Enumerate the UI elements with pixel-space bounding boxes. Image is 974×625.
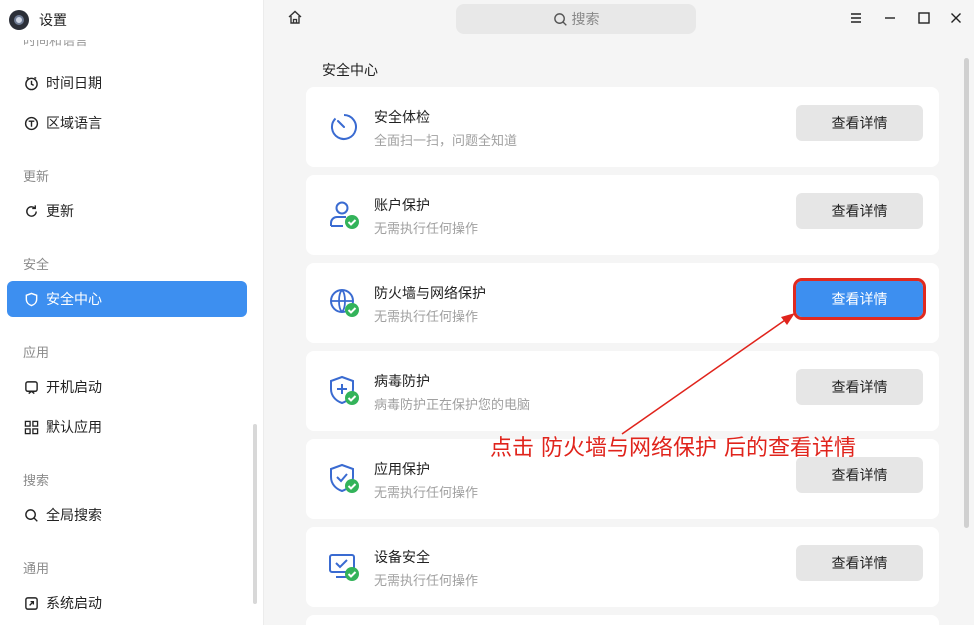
search-icon (553, 12, 568, 27)
device-security-icon (328, 551, 360, 583)
sidebar-item-default-apps[interactable]: 默认应用 (7, 409, 247, 445)
virus-shield-icon (328, 375, 360, 407)
sidebar: 设置 时间和语言 时间日期 区域语言 更新 更新 安全 安全中心 应用 开机启动 (0, 0, 264, 625)
view-details-button[interactable]: 查看详情 (796, 193, 923, 229)
close-icon (949, 10, 963, 29)
home-button[interactable] (284, 8, 306, 30)
card-title: 账户保护 (374, 198, 430, 214)
view-details-button[interactable]: 查看详情 (796, 105, 923, 141)
sidebar-item-startup[interactable]: 开机启动 (7, 369, 247, 405)
annotation-text: 点击 防火墙与网络保护 后的查看详情 (490, 436, 856, 461)
hamburger-icon (849, 10, 863, 29)
firewall-globe-icon (328, 287, 360, 319)
view-details-button[interactable]: 查看详情 (796, 457, 923, 493)
card-title: 应用保护 (374, 462, 430, 478)
sidebar-item-label: 区域语言 (46, 116, 102, 132)
sidebar-item-update[interactable]: 更新 (7, 193, 247, 229)
card-virus-protection: 病毒防护 病毒防护正在保护您的电脑 查看详情 (306, 351, 939, 431)
minimize-button[interactable] (880, 9, 900, 29)
sidebar-section-update: 更新 (23, 170, 50, 185)
maximize-icon (917, 10, 931, 29)
apps-grid-icon (23, 419, 39, 435)
card-subtitle: 无需执行任何操作 (374, 574, 479, 589)
boot-icon (23, 595, 39, 611)
sidebar-item-label: 默认应用 (46, 420, 102, 436)
refresh-icon (23, 203, 39, 219)
clock-icon (23, 75, 39, 91)
sidebar-section-time-language: 时间和语言 (23, 38, 89, 49)
card-device-security: 设备安全 无需执行任何操作 查看详情 (306, 527, 939, 607)
region-language-icon (23, 115, 39, 131)
sidebar-item-global-search[interactable]: 全局搜索 (7, 497, 247, 533)
app-header: 设置 (0, 0, 263, 40)
card-security-checkup: 安全体检 全面扫一扫，问题全知道 查看详情 (306, 87, 939, 167)
page-title: 安全中心 (322, 63, 378, 79)
card-subtitle: 无需执行任何操作 (374, 222, 479, 237)
menu-button[interactable] (846, 9, 866, 29)
card-account-protection: 账户保护 无需执行任何操作 查看详情 (306, 175, 939, 255)
minimize-icon (883, 10, 897, 29)
sidebar-section-search: 搜索 (23, 474, 50, 489)
card-subtitle: 病毒防护正在保护您的电脑 (374, 398, 531, 413)
sidebar-item-label: 时间日期 (46, 76, 102, 92)
card-title: 病毒防护 (374, 374, 430, 390)
app-title: 设置 (39, 13, 67, 29)
view-details-button[interactable]: 查看详情 (796, 369, 923, 405)
sidebar-item-security-center[interactable]: 安全中心 (7, 281, 247, 317)
sidebar-section-security: 安全 (23, 258, 50, 273)
sidebar-item-system-boot[interactable]: 系统启动 (7, 585, 247, 621)
sidebar-item-label: 安全中心 (46, 292, 102, 308)
close-button[interactable] (946, 9, 966, 29)
sidebar-scrollbar[interactable] (253, 424, 257, 604)
sidebar-item-label: 更新 (46, 204, 74, 220)
view-details-button-firewall[interactable]: 查看详情 (793, 278, 926, 320)
account-protect-icon (328, 199, 360, 231)
sidebar-section-apps: 应用 (23, 346, 50, 361)
card-firewall-network-protection: 防火墙与网络保护 无需执行任何操作 查看详情 (306, 263, 939, 343)
card-partial (306, 615, 939, 625)
card-subtitle: 无需执行任何操作 (374, 310, 479, 325)
sidebar-item-label: 全局搜索 (46, 508, 102, 524)
scan-icon (328, 111, 360, 143)
startup-icon (23, 379, 39, 395)
settings-app-icon (9, 10, 29, 30)
sidebar-item-region-language[interactable]: 区域语言 (7, 105, 247, 141)
sidebar-section-general: 通用 (23, 562, 50, 577)
card-title: 安全体检 (374, 110, 430, 126)
sidebar-item-time-date[interactable]: 时间日期 (7, 65, 247, 101)
card-subtitle: 无需执行任何操作 (374, 486, 479, 501)
card-subtitle: 全面扫一扫，问题全知道 (374, 134, 518, 149)
search-placeholder: 搜索 (571, 12, 600, 28)
maximize-button[interactable] (914, 9, 934, 29)
search-icon (23, 507, 39, 523)
home-icon (287, 9, 303, 29)
card-title: 防火墙与网络保护 (374, 286, 486, 302)
card-title: 设备安全 (374, 550, 430, 566)
sidebar-item-label: 开机启动 (46, 380, 102, 396)
app-protect-icon (328, 463, 360, 495)
search-input[interactable]: 搜索 (456, 4, 696, 34)
view-details-button[interactable]: 查看详情 (796, 545, 923, 581)
sidebar-item-label: 系统启动 (46, 596, 102, 612)
main-scrollbar[interactable] (964, 58, 969, 528)
shield-icon (23, 291, 39, 307)
